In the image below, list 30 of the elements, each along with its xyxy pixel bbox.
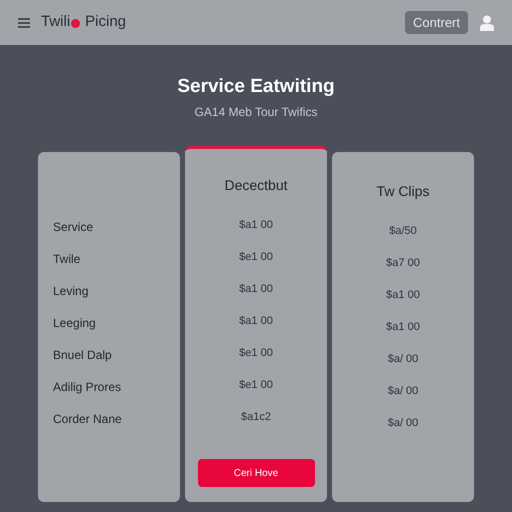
feature-label: Twile xyxy=(53,251,82,268)
page-title: Service Eatwiting xyxy=(177,76,335,98)
price-cell-text: $e1 00 xyxy=(239,378,273,393)
price-cell-text: $a/ 00 xyxy=(388,416,418,431)
contact-button[interactable]: Contrert xyxy=(405,11,468,34)
price-cell-text: $a7 00 xyxy=(386,256,420,271)
feature-label: Adilig Prores xyxy=(53,379,122,396)
feature-label: Corder Nane xyxy=(53,411,123,428)
feature-label: Service xyxy=(53,219,94,236)
price-cell-text: $a1 00 xyxy=(386,320,420,335)
price-cell-text: $a/ 00 xyxy=(388,352,418,367)
price-cell-text: $a1 00 xyxy=(386,288,420,303)
logo-text: Picing xyxy=(85,12,126,32)
plan-button[interactable]: Ceri Hove xyxy=(198,459,314,487)
page-subtitle: GA14 Meb Tour Twifics xyxy=(194,104,318,121)
plan-name: Tw Clips xyxy=(376,182,430,201)
logo-text: Twili xyxy=(41,12,70,32)
feature-label: Leving xyxy=(53,283,90,300)
price-cell-text: $e1 00 xyxy=(239,250,273,265)
price-cell-text: $a/ 00 xyxy=(388,384,418,399)
price-cell-text: $e1 00 xyxy=(239,346,273,361)
price-cell-text: $a/50 xyxy=(389,224,417,239)
menu-icon[interactable] xyxy=(18,18,30,28)
feature-label: Leeging xyxy=(53,315,97,332)
price-cell-text: $a1 00 xyxy=(239,218,273,233)
price-cell-text: $a1 00 xyxy=(239,314,273,329)
price-cell-text: $a1c2 xyxy=(241,410,271,425)
feature-label: Bnuel Dalp xyxy=(53,347,113,364)
plan-name: Decectbut xyxy=(224,176,288,195)
price-cell-text: $a1 00 xyxy=(239,282,273,297)
